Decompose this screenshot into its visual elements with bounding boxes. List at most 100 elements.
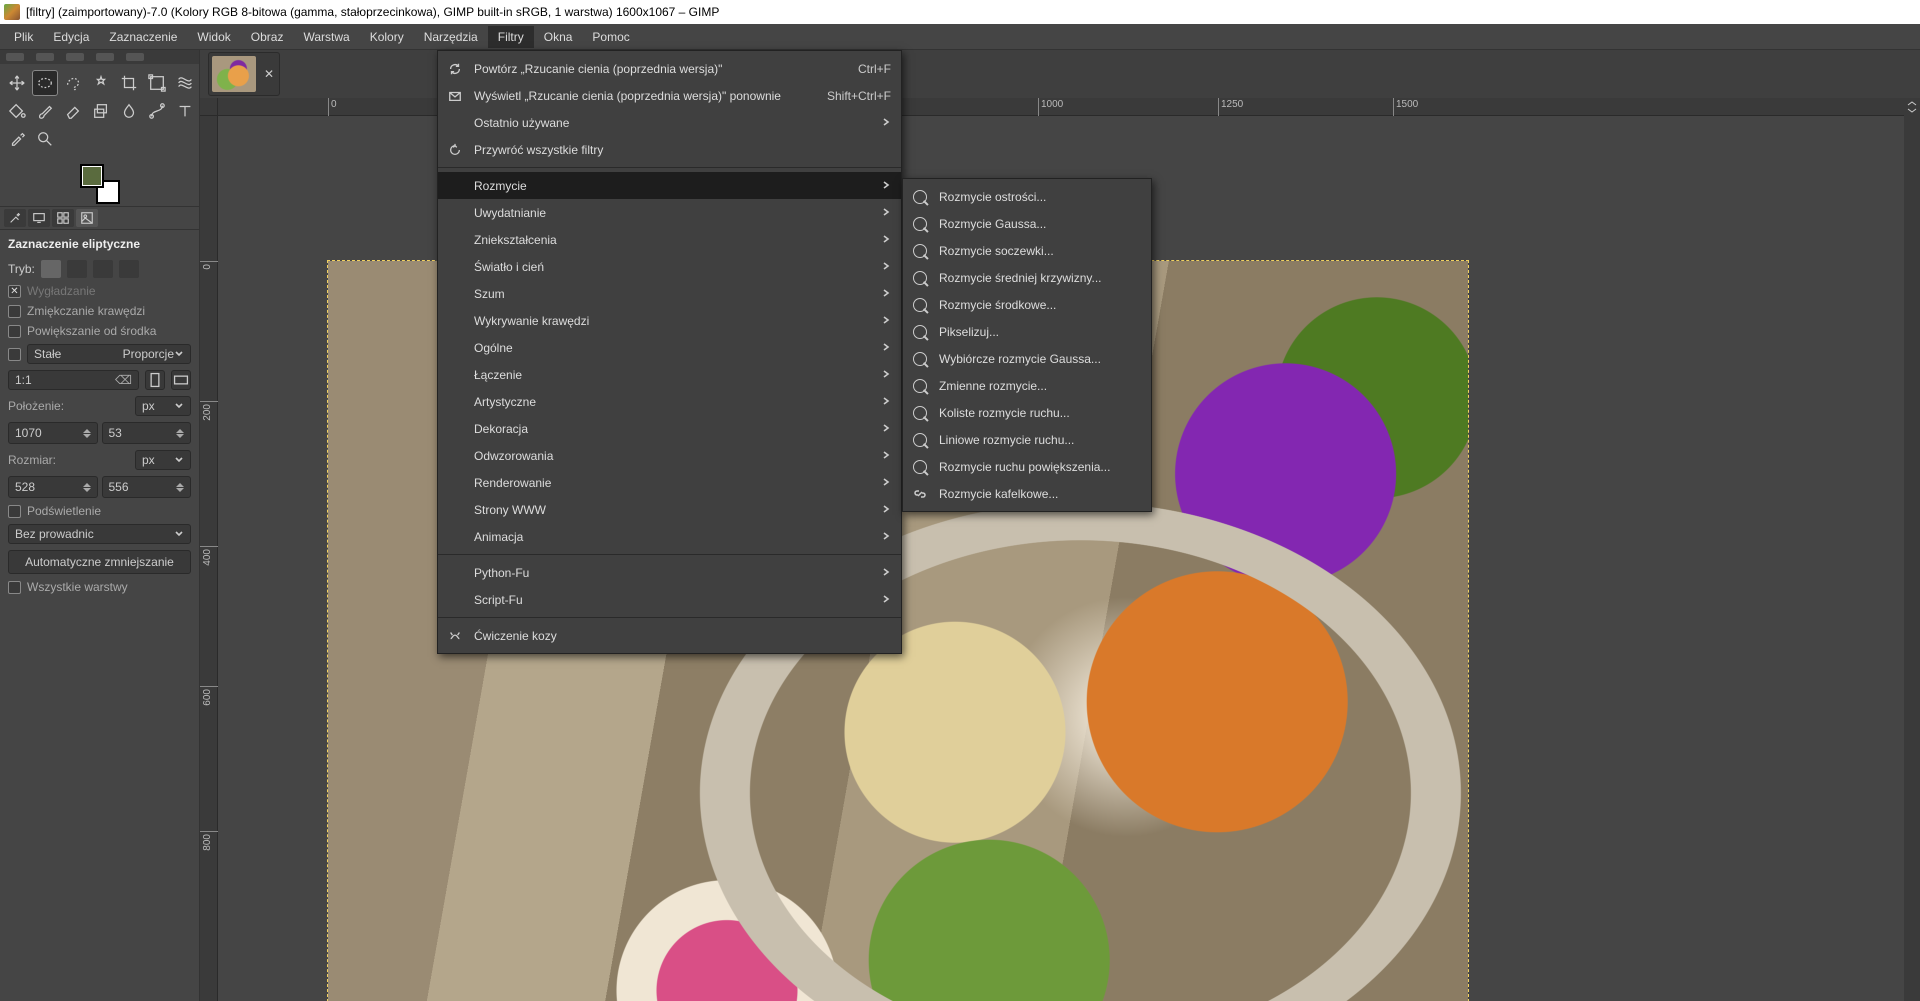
- highlight-checkbox[interactable]: [8, 505, 21, 518]
- menu-item[interactable]: Animacja: [438, 523, 901, 550]
- move-tool[interactable]: [4, 70, 30, 96]
- menu-plik[interactable]: Plik: [4, 26, 43, 48]
- vertical-scrollbar[interactable]: [1904, 116, 1920, 1001]
- clone-tool[interactable]: [88, 98, 114, 124]
- submenu-item-label: Rozmycie kafelkowe...: [939, 487, 1141, 501]
- landscape-button[interactable]: [171, 370, 191, 390]
- menu-filtry[interactable]: Filtry: [488, 26, 534, 48]
- gegl-icon: [911, 406, 929, 420]
- submenu-item[interactable]: Koliste rozmycie ruchu...: [903, 399, 1151, 426]
- submenu-item[interactable]: Wybiórcze rozmycie Gaussa...: [903, 345, 1151, 372]
- smudge-tool[interactable]: [116, 98, 142, 124]
- submenu-item[interactable]: Rozmycie soczewki...: [903, 237, 1151, 264]
- feather-checkbox[interactable]: [8, 305, 21, 318]
- tab-images-icon[interactable]: [76, 209, 98, 227]
- menu-item-label: Script-Fu: [474, 593, 871, 607]
- guides-select[interactable]: Bez prowadnic: [8, 524, 191, 544]
- menu-item[interactable]: Szum: [438, 280, 901, 307]
- menu-item[interactable]: Zniekształcenia: [438, 226, 901, 253]
- menu-item[interactable]: Renderowanie: [438, 469, 901, 496]
- menu-item[interactable]: Wykrywanie krawędzi: [438, 307, 901, 334]
- menu-zaznaczenie[interactable]: Zaznaczenie: [99, 26, 187, 48]
- submenu-item[interactable]: Zmienne rozmycie...: [903, 372, 1151, 399]
- submenu-item[interactable]: Rozmycie środkowe...: [903, 291, 1151, 318]
- auto-shrink-button[interactable]: Automatyczne zmniejszanie: [8, 550, 191, 574]
- mode-replace[interactable]: [41, 260, 61, 278]
- menu-item[interactable]: Odwzorowania: [438, 442, 901, 469]
- menu-obraz[interactable]: Obraz: [241, 26, 294, 48]
- image-tab[interactable]: ✕: [208, 52, 280, 96]
- menu-item[interactable]: Ostatnio używane: [438, 109, 901, 136]
- paintbrush-tool[interactable]: [32, 98, 58, 124]
- menu-item[interactable]: Ćwiczenie kozy: [438, 622, 901, 649]
- menu-warstwa[interactable]: Warstwa: [293, 26, 359, 48]
- close-icon[interactable]: ✕: [262, 67, 276, 81]
- tab-tool-options-icon[interactable]: [4, 209, 26, 227]
- size-w-input[interactable]: 528: [8, 476, 98, 498]
- expand-from-center-checkbox[interactable]: [8, 325, 21, 338]
- menu-item[interactable]: Python-Fu: [438, 559, 901, 586]
- clear-icon[interactable]: ⌫: [115, 373, 132, 387]
- position-x-input[interactable]: 1070: [8, 422, 98, 444]
- tab-undo-history-icon[interactable]: [52, 209, 74, 227]
- submenu-item[interactable]: Rozmycie kafelkowe...: [903, 480, 1151, 507]
- menu-item-label: Wykrywanie krawędzi: [474, 314, 871, 328]
- menu-item[interactable]: Przywróć wszystkie filtry: [438, 136, 901, 163]
- fixed-checkbox[interactable]: [8, 348, 21, 361]
- submenu-item[interactable]: Rozmycie ruchu powiększenia...: [903, 453, 1151, 480]
- bucket-fill-tool[interactable]: [4, 98, 30, 124]
- eraser-tool[interactable]: [60, 98, 86, 124]
- crop-tool[interactable]: [116, 70, 142, 96]
- size-h-input[interactable]: 556: [102, 476, 192, 498]
- menu-item-label: Uwydatnianie: [474, 206, 871, 220]
- submenu-item[interactable]: Rozmycie Gaussa...: [903, 210, 1151, 237]
- menu-widok[interactable]: Widok: [187, 26, 240, 48]
- warp-tool[interactable]: [172, 70, 198, 96]
- mode-intersect[interactable]: [119, 260, 139, 278]
- menu-kolory[interactable]: Kolory: [360, 26, 414, 48]
- submenu-item[interactable]: Pikselizuj...: [903, 318, 1151, 345]
- menu-item[interactable]: Script-Fu: [438, 586, 901, 613]
- menu-item[interactable]: Artystyczne: [438, 388, 901, 415]
- free-select-tool[interactable]: [60, 70, 86, 96]
- antialias-checkbox[interactable]: [8, 285, 21, 298]
- all-layers-checkbox[interactable]: [8, 581, 21, 594]
- menu-narzędzia[interactable]: Narzędzia: [414, 26, 488, 48]
- tab-device-status-icon[interactable]: [28, 209, 50, 227]
- fg-color-swatch[interactable]: [80, 164, 104, 188]
- menu-pomoc[interactable]: Pomoc: [582, 26, 639, 48]
- menu-item[interactable]: Ogólne: [438, 334, 901, 361]
- unified-transform-tool[interactable]: [144, 70, 170, 96]
- text-tool[interactable]: [172, 98, 198, 124]
- ruler-v-label: 200: [202, 404, 213, 421]
- menu-item[interactable]: Dekoracja: [438, 415, 901, 442]
- fixed-mode-field[interactable]: Stałe Proporcje: [27, 344, 191, 364]
- position-y-input[interactable]: 53: [102, 422, 192, 444]
- menu-item[interactable]: Łączenie: [438, 361, 901, 388]
- mode-add[interactable]: [67, 260, 87, 278]
- submenu-item[interactable]: Liniowe rozmycie ruchu...: [903, 426, 1151, 453]
- menu-item[interactable]: Powtórz „Rzucanie cienia (poprzednia wer…: [438, 55, 901, 82]
- canvas-nav-icon[interactable]: [1904, 98, 1920, 116]
- fixed-mode-label: Stałe: [34, 347, 61, 361]
- menu-item[interactable]: Rozmycie: [438, 172, 901, 199]
- ellipse-select-tool[interactable]: [32, 70, 58, 96]
- submenu-item[interactable]: Rozmycie średniej krzywizny...: [903, 264, 1151, 291]
- menu-item[interactable]: Wyświetl „Rzucanie cienia (poprzednia we…: [438, 82, 901, 109]
- mode-subtract[interactable]: [93, 260, 113, 278]
- color-picker-tool[interactable]: [4, 126, 30, 152]
- aspect-ratio-input[interactable]: 1:1 ⌫: [8, 370, 139, 390]
- menu-item[interactable]: Uwydatnianie: [438, 199, 901, 226]
- submenu-item[interactable]: Rozmycie ostrości...: [903, 183, 1151, 210]
- zoom-tool[interactable]: [32, 126, 58, 152]
- menu-item[interactable]: Strony WWW: [438, 496, 901, 523]
- size-unit-select[interactable]: px: [135, 450, 191, 470]
- portrait-button[interactable]: [145, 370, 165, 390]
- menu-okna[interactable]: Okna: [534, 26, 583, 48]
- menu-item[interactable]: Światło i cień: [438, 253, 901, 280]
- position-unit-select[interactable]: px: [135, 396, 191, 416]
- fuzzy-select-tool[interactable]: [88, 70, 114, 96]
- paths-tool[interactable]: [144, 98, 170, 124]
- color-swatches[interactable]: [80, 164, 120, 204]
- menu-edycja[interactable]: Edycja: [43, 26, 99, 48]
